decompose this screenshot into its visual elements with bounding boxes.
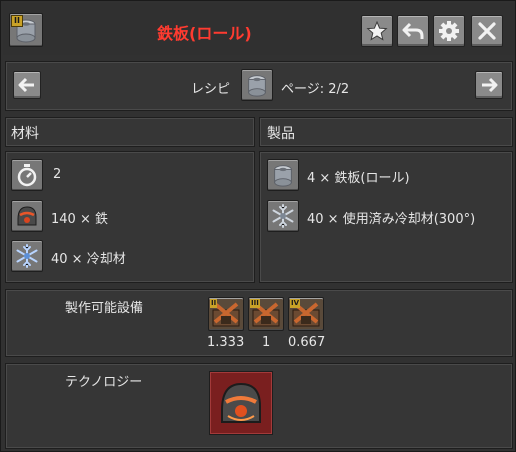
ingredient-label: 2 bbox=[53, 167, 62, 182]
ingredient-label: 40 × 冷却材 bbox=[51, 252, 126, 267]
machine-slot[interactable]: II bbox=[208, 297, 244, 331]
ingredient-slot[interactable] bbox=[11, 200, 43, 232]
prev-recipe-button[interactable] bbox=[13, 71, 41, 99]
tier-badge: II bbox=[11, 15, 23, 27]
used-coolant-snowflake-icon bbox=[272, 204, 294, 228]
recipe-nav-icon bbox=[241, 69, 273, 101]
machine-speed: 1 bbox=[262, 335, 271, 350]
back-button[interactable] bbox=[397, 15, 429, 47]
close-icon bbox=[478, 22, 496, 40]
product-slot[interactable] bbox=[267, 159, 299, 191]
settings-button[interactable] bbox=[433, 15, 465, 47]
ingredient-slot[interactable] bbox=[11, 240, 43, 272]
recipe-label: レシピ bbox=[191, 82, 231, 97]
machines-label: 製作可能設備 bbox=[65, 301, 144, 316]
header-item-icon: II bbox=[9, 13, 43, 47]
machine-speed: 0.667 bbox=[288, 335, 326, 350]
products-header-panel bbox=[259, 117, 513, 147]
machine-speed: 1.333 bbox=[207, 335, 245, 350]
ingredients-header: 材料 bbox=[11, 126, 39, 142]
metallurgy-tech-icon bbox=[221, 382, 261, 423]
star-icon bbox=[366, 20, 388, 41]
gear-icon bbox=[439, 21, 459, 41]
rolled-iron-plate-icon bbox=[274, 165, 292, 187]
ingredients-header-panel bbox=[5, 117, 255, 147]
next-recipe-button[interactable] bbox=[475, 71, 503, 99]
arrow-right-icon bbox=[482, 77, 498, 93]
close-button[interactable] bbox=[471, 15, 503, 47]
technology-label: テクノロジー bbox=[65, 375, 143, 390]
page-indicator: ページ: 2/2 bbox=[281, 82, 350, 97]
product-label: 4 × 鉄板(ロール) bbox=[307, 171, 410, 186]
machine-slot[interactable]: IV bbox=[288, 297, 324, 331]
ingredient-label: 140 × 鉄 bbox=[51, 212, 108, 227]
machine-slot[interactable]: III bbox=[248, 297, 284, 331]
iron-ore-icon bbox=[17, 206, 37, 226]
tier-badge: IV bbox=[290, 299, 301, 308]
technology-slot[interactable] bbox=[209, 371, 273, 435]
favorite-button[interactable] bbox=[361, 15, 393, 47]
timer-icon bbox=[17, 164, 37, 187]
back-arrow-icon bbox=[402, 22, 424, 39]
product-label: 40 × 使用済み冷却材(300°) bbox=[307, 212, 476, 227]
product-slot[interactable] bbox=[267, 200, 299, 232]
recipe-window: II 鉄板(ロール) レシピ ページ: 2/2 材料 製品 2 140 × 鉄 … bbox=[0, 0, 516, 452]
arrow-left-icon bbox=[18, 77, 34, 93]
rolled-iron-plate-icon bbox=[248, 75, 266, 97]
ingredient-slot[interactable] bbox=[11, 159, 43, 191]
tier-badge: II bbox=[210, 299, 218, 308]
tier-badge: III bbox=[250, 299, 260, 308]
coolant-snowflake-icon bbox=[16, 244, 38, 268]
products-header: 製品 bbox=[267, 126, 295, 142]
page-title: 鉄板(ロール) bbox=[157, 24, 252, 43]
